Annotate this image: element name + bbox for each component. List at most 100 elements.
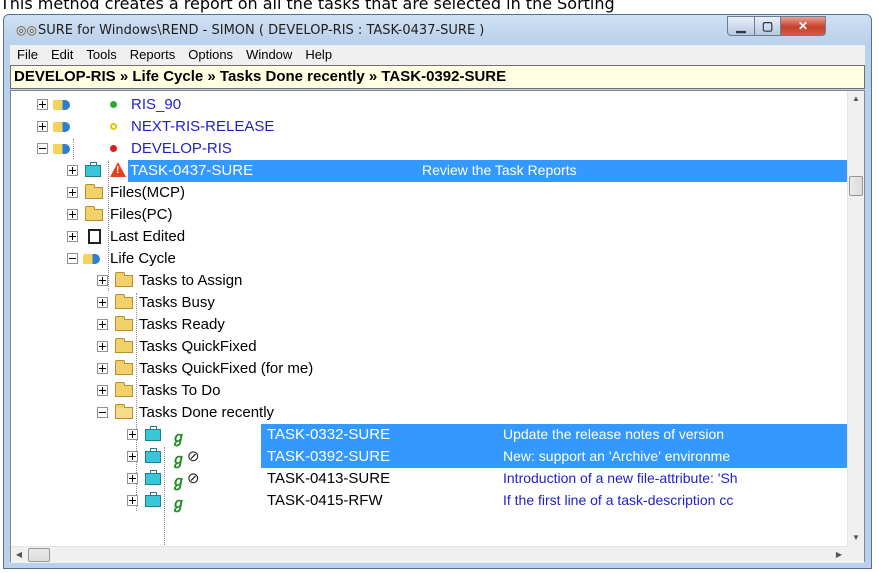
tree-item-tasks-done-recently[interactable]: Tasks Done recently	[11, 402, 851, 424]
task-description: Review the Task Reports	[422, 162, 577, 178]
expand-icon[interactable]	[97, 363, 108, 374]
maximize-button[interactable]: ▢	[754, 16, 781, 36]
paperclip-icon: ⊘	[187, 470, 200, 487]
selection-highlight: TASK-0392-SURE New: support an 'Archive'…	[261, 446, 849, 468]
resize-grip-icon[interactable]	[847, 546, 864, 563]
tree-item-develop-ris[interactable]: DEVELOP-RIS	[11, 138, 851, 160]
collapse-icon[interactable]	[67, 253, 78, 264]
status-dot-green-icon	[110, 101, 117, 108]
paperclip-icon: ⊘	[187, 448, 200, 465]
tree-item-last-edited[interactable]: Last Edited	[11, 226, 851, 248]
wrench-icon: ℊ	[171, 473, 187, 490]
expand-icon[interactable]	[127, 429, 138, 440]
scroll-up-arrow-icon[interactable]: ▲	[848, 91, 864, 107]
tree-item-files-mcp[interactable]: Files(MCP)	[11, 182, 851, 204]
tree-item-label: Life Cycle	[110, 250, 176, 267]
vertical-scrollbar[interactable]: ▲ ▼	[847, 91, 864, 546]
task-name: TASK-0332-SURE	[267, 426, 391, 443]
scroll-down-arrow-icon[interactable]: ▼	[848, 530, 864, 546]
tree-item-label: Tasks Ready	[139, 316, 225, 333]
task-briefcase-icon	[145, 492, 161, 507]
tree-item-label: Files(PC)	[110, 206, 173, 223]
expand-icon[interactable]	[37, 99, 48, 110]
menu-tools[interactable]: Tools	[79, 45, 122, 62]
folder-icon	[115, 316, 133, 331]
expand-icon[interactable]	[67, 231, 78, 242]
breadcrumb: DEVELOP-RIS » Life Cycle » Tasks Done re…	[10, 65, 865, 89]
open-folder-icon	[115, 404, 133, 419]
tree-item-task-0415[interactable]: ℊ TASK-0415-RFW If the first line of a t…	[11, 490, 851, 512]
document-icon	[88, 229, 101, 244]
title-bar[interactable]: ◎◎ SURE for Windows\REND - SIMON ( DEVEL…	[4, 15, 871, 45]
tree-item-files-pc[interactable]: Files(PC)	[11, 204, 851, 226]
expand-icon[interactable]	[127, 451, 138, 462]
collapse-icon[interactable]	[37, 143, 48, 154]
status-dot-red-icon	[110, 145, 117, 152]
tree-item-folder[interactable]: Tasks QuickFixed (for me)	[11, 358, 851, 380]
task-briefcase-icon	[145, 470, 161, 485]
tree-item-folder[interactable]: Tasks QuickFixed	[11, 336, 851, 358]
scroll-left-arrow-icon[interactable]: ◀	[11, 547, 27, 563]
close-button[interactable]: ✕	[780, 16, 826, 36]
vertical-scroll-thumb[interactable]	[849, 176, 863, 196]
tree-item-label: Tasks QuickFixed (for me)	[139, 360, 314, 377]
tree-item-label: DEVELOP-RIS	[131, 140, 232, 157]
app-window: ◎◎ SURE for Windows\REND - SIMON ( DEVEL…	[3, 14, 872, 569]
tree-item-label: Tasks To Do	[139, 382, 221, 399]
tree-item-folder[interactable]: Tasks to Assign	[11, 270, 851, 292]
collapse-icon[interactable]	[97, 407, 108, 418]
expand-icon[interactable]	[67, 187, 78, 198]
task-name: TASK-0413-SURE	[267, 470, 391, 487]
scroll-right-arrow-icon[interactable]: ▶	[831, 547, 847, 563]
tree-item-folder[interactable]: Tasks Busy	[11, 292, 851, 314]
expand-icon[interactable]	[67, 209, 78, 220]
tree-item-next-release[interactable]: NEXT-RIS-RELEASE	[11, 116, 851, 138]
tree-item-ris90[interactable]: RIS_90	[11, 94, 851, 116]
tree-item-task-0332[interactable]: ℊ TASK-0332-SURE Update the release note…	[11, 424, 851, 446]
tree-item-folder[interactable]: Tasks Ready	[11, 314, 851, 336]
tree-item-task-0437[interactable]: TASK-0437-SURE Review the Task Reports	[11, 160, 851, 182]
expand-icon[interactable]	[97, 319, 108, 330]
minimize-button[interactable]: ▁	[727, 16, 755, 36]
tree-item-label: NEXT-RIS-RELEASE	[131, 118, 275, 135]
expand-icon[interactable]	[97, 297, 108, 308]
folder-icon	[85, 184, 103, 199]
tree-item-life-cycle[interactable]: Life Cycle	[11, 248, 851, 270]
wrench-icon: ℊ	[171, 495, 187, 512]
tree-item-label: Tasks Done recently	[139, 404, 275, 421]
menu-help[interactable]: Help	[298, 45, 338, 62]
menu-edit[interactable]: Edit	[44, 45, 79, 62]
task-description: Introduction of a new file-attribute: 'S…	[503, 470, 738, 486]
expand-icon[interactable]	[127, 495, 138, 506]
release-tag-icon	[53, 144, 70, 154]
task-briefcase-icon	[145, 426, 161, 441]
menu-reports[interactable]: Reports	[123, 45, 182, 62]
tree-item-label: Files(MCP)	[110, 184, 185, 201]
tree-item-task-0392[interactable]: ℊ ⊘ TASK-0392-SURE New: support an 'Arch…	[11, 446, 851, 468]
task-briefcase-icon	[85, 162, 101, 177]
tree-view[interactable]: RIS_90 NEXT-RIS-RELEASE DEVELOP-RIS ! TA…	[10, 90, 865, 563]
expand-icon[interactable]	[67, 165, 78, 176]
tree-item-label: Tasks QuickFixed	[139, 338, 257, 355]
expand-icon[interactable]	[97, 341, 108, 352]
warning-icon	[110, 162, 126, 177]
expand-icon[interactable]	[127, 473, 138, 484]
expand-icon[interactable]	[97, 275, 108, 286]
tree-item-folder[interactable]: Tasks To Do	[11, 380, 851, 402]
release-tag-icon	[53, 122, 70, 132]
menu-options[interactable]: Options	[181, 45, 239, 62]
tree-content: RIS_90 NEXT-RIS-RELEASE DEVELOP-RIS ! TA…	[11, 91, 851, 546]
folder-icon	[115, 382, 133, 397]
menu-file[interactable]: File	[10, 45, 44, 62]
horizontal-scroll-thumb[interactable]	[28, 548, 50, 562]
task-name: TASK-0437-SURE	[130, 162, 254, 179]
menu-bar: File Edit Tools Reports Options Window Help	[10, 45, 865, 65]
horizontal-scrollbar[interactable]: ◀ ▶	[11, 546, 847, 563]
task-name: TASK-0415-RFW	[267, 492, 383, 509]
menu-window[interactable]: Window	[239, 45, 298, 62]
expand-icon[interactable]	[97, 385, 108, 396]
task-name: TASK-0392-SURE	[267, 448, 391, 465]
tree-item-task-0413[interactable]: ℊ ⊘ TASK-0413-SURE Introduction of a new…	[11, 468, 851, 490]
wrench-icon: ℊ	[171, 451, 187, 468]
expand-icon[interactable]	[37, 121, 48, 132]
